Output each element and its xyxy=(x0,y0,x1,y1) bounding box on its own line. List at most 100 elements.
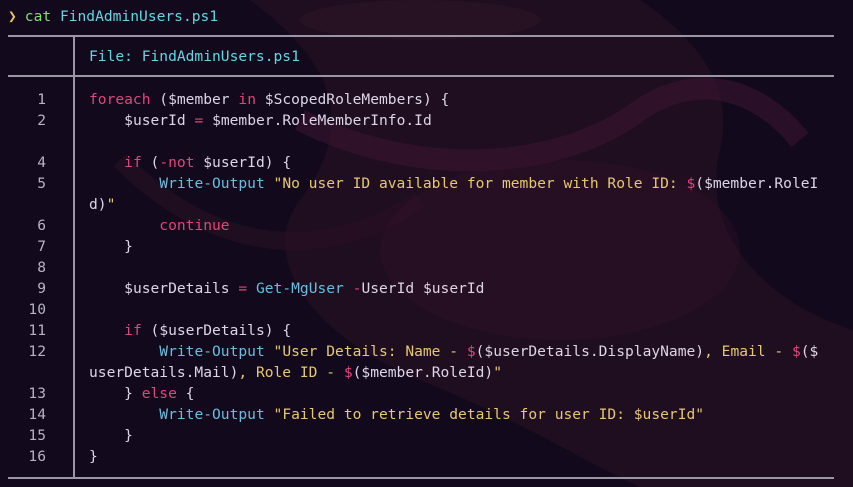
code-token-op: $ xyxy=(791,343,801,360)
code-token-plain: ( xyxy=(141,154,160,171)
code-token-cmdlet: Get-MgUser xyxy=(255,280,344,297)
code-token-op: = xyxy=(194,112,204,129)
line-number: 12 xyxy=(28,343,46,360)
code-token-var: $ScopedRoleMembers xyxy=(264,91,423,108)
code-token-op: $ xyxy=(686,175,696,192)
line-number: 2 xyxy=(37,112,46,129)
code-token-var: $userId xyxy=(124,112,186,129)
code-token-plain: d) xyxy=(89,196,107,213)
code-token-kw: continue xyxy=(159,217,230,234)
code-token-plain: .DisplayName) xyxy=(589,343,705,360)
code-token-str: "Failed to retrieve details for user ID:… xyxy=(273,406,705,423)
code-token-plain: UserId xyxy=(361,280,423,297)
code-token-var: $userDetails xyxy=(159,322,265,339)
code-token-kw: if xyxy=(124,322,142,339)
line-number: 13 xyxy=(28,385,46,402)
code-line: } xyxy=(89,446,839,467)
code-line: } xyxy=(89,425,839,446)
code-token-kw: in xyxy=(238,91,256,108)
code-token-op: = xyxy=(238,280,248,297)
code-token-plain: ( xyxy=(150,91,169,108)
prompt-chevron-icon: ❯ xyxy=(8,8,17,25)
code-line: Write-Output "No user ID available for m… xyxy=(89,173,839,194)
line-number xyxy=(8,362,46,383)
line-number: 15 xyxy=(28,427,46,444)
code-token-var: $member xyxy=(361,364,423,381)
code-token-plain: { xyxy=(176,385,195,402)
code-line: if ($userDetails) { xyxy=(89,320,839,341)
code-token-plain: ( xyxy=(695,175,705,192)
line-number xyxy=(8,131,46,152)
code-line: Write-Output "Failed to retrieve details… xyxy=(89,404,839,425)
top-border xyxy=(8,35,834,37)
line-number: 7 xyxy=(37,238,46,255)
code-token-var: $userDetails xyxy=(124,280,230,297)
code-token-plain: } xyxy=(89,448,98,465)
code-token-plain: userDetails.Mail) xyxy=(89,364,239,381)
code-body[interactable]: foreach ($member in $ScopedRoleMembers) … xyxy=(89,89,839,467)
code-token-var: $userId xyxy=(203,154,265,171)
code-token-plain: } xyxy=(89,238,133,255)
bottom-border xyxy=(8,477,834,479)
code-token-plain: ($ xyxy=(800,343,819,360)
code-token-plain: ) { xyxy=(422,91,450,108)
line-number: 1 xyxy=(37,91,46,108)
code-token-plain: .RoleMemberInfo.Id xyxy=(273,112,432,129)
line-number: 5 xyxy=(37,175,46,192)
line-number-gutter: 1 2 4 5 6 7 8 9 10 11 12 13 14 15 16 xyxy=(8,89,46,467)
code-token-kw: if xyxy=(124,154,142,171)
file-header: File: FindAdminUsers.ps1 xyxy=(89,48,300,65)
line-number: 4 xyxy=(37,154,46,171)
command-name: cat xyxy=(24,8,52,25)
code-line: } else { xyxy=(89,383,839,404)
code-token-var: $member xyxy=(168,91,230,108)
code-token-cmdlet: Write-Output xyxy=(159,406,265,423)
code-token-plain: ) { xyxy=(264,154,292,171)
shell-prompt: ❯ cat FindAdminUsers.ps1 xyxy=(8,7,218,27)
code-token-op: $ xyxy=(466,343,476,360)
line-number: 8 xyxy=(37,259,46,276)
code-token-var: $member xyxy=(212,112,274,129)
header-gutter-divider xyxy=(73,37,75,75)
code-token-cmdlet: Write-Output xyxy=(159,343,265,360)
code-token-kw: foreach xyxy=(89,91,151,108)
code-token-plain: ) { xyxy=(264,322,292,339)
line-number: 6 xyxy=(37,217,46,234)
code-line: userDetails.Mail), Role ID - $($member.R… xyxy=(89,362,839,383)
gutter-divider xyxy=(73,77,75,478)
code-token-str: "No user ID available for member with Ro… xyxy=(273,175,687,192)
line-number: 14 xyxy=(28,406,46,423)
line-number: 9 xyxy=(37,280,46,297)
code-line: foreach ($member in $ScopedRoleMembers) … xyxy=(89,89,839,110)
code-line: Write-Output "User Details: Name - $($us… xyxy=(89,341,839,362)
code-token-str: "User Details: Name - xyxy=(273,343,467,360)
code-token-op: -not xyxy=(159,154,195,171)
command-argument: FindAdminUsers.ps1 xyxy=(59,8,219,25)
code-line: $userId = $member.RoleMemberInfo.Id xyxy=(89,110,839,131)
code-token-plain: } xyxy=(89,427,133,444)
code-token-plain: } xyxy=(89,385,142,402)
code-token-str: " xyxy=(493,364,503,381)
code-token-cmdlet: Write-Output xyxy=(159,175,265,192)
code-token-plain: .RoleId) xyxy=(422,364,494,381)
code-token-kw: else xyxy=(141,385,177,402)
code-token-str: , Role ID - xyxy=(238,364,344,381)
code-token-var: $member xyxy=(704,175,766,192)
code-token-var: $userDetails xyxy=(484,343,590,360)
code-token-var: $userId xyxy=(422,280,485,297)
